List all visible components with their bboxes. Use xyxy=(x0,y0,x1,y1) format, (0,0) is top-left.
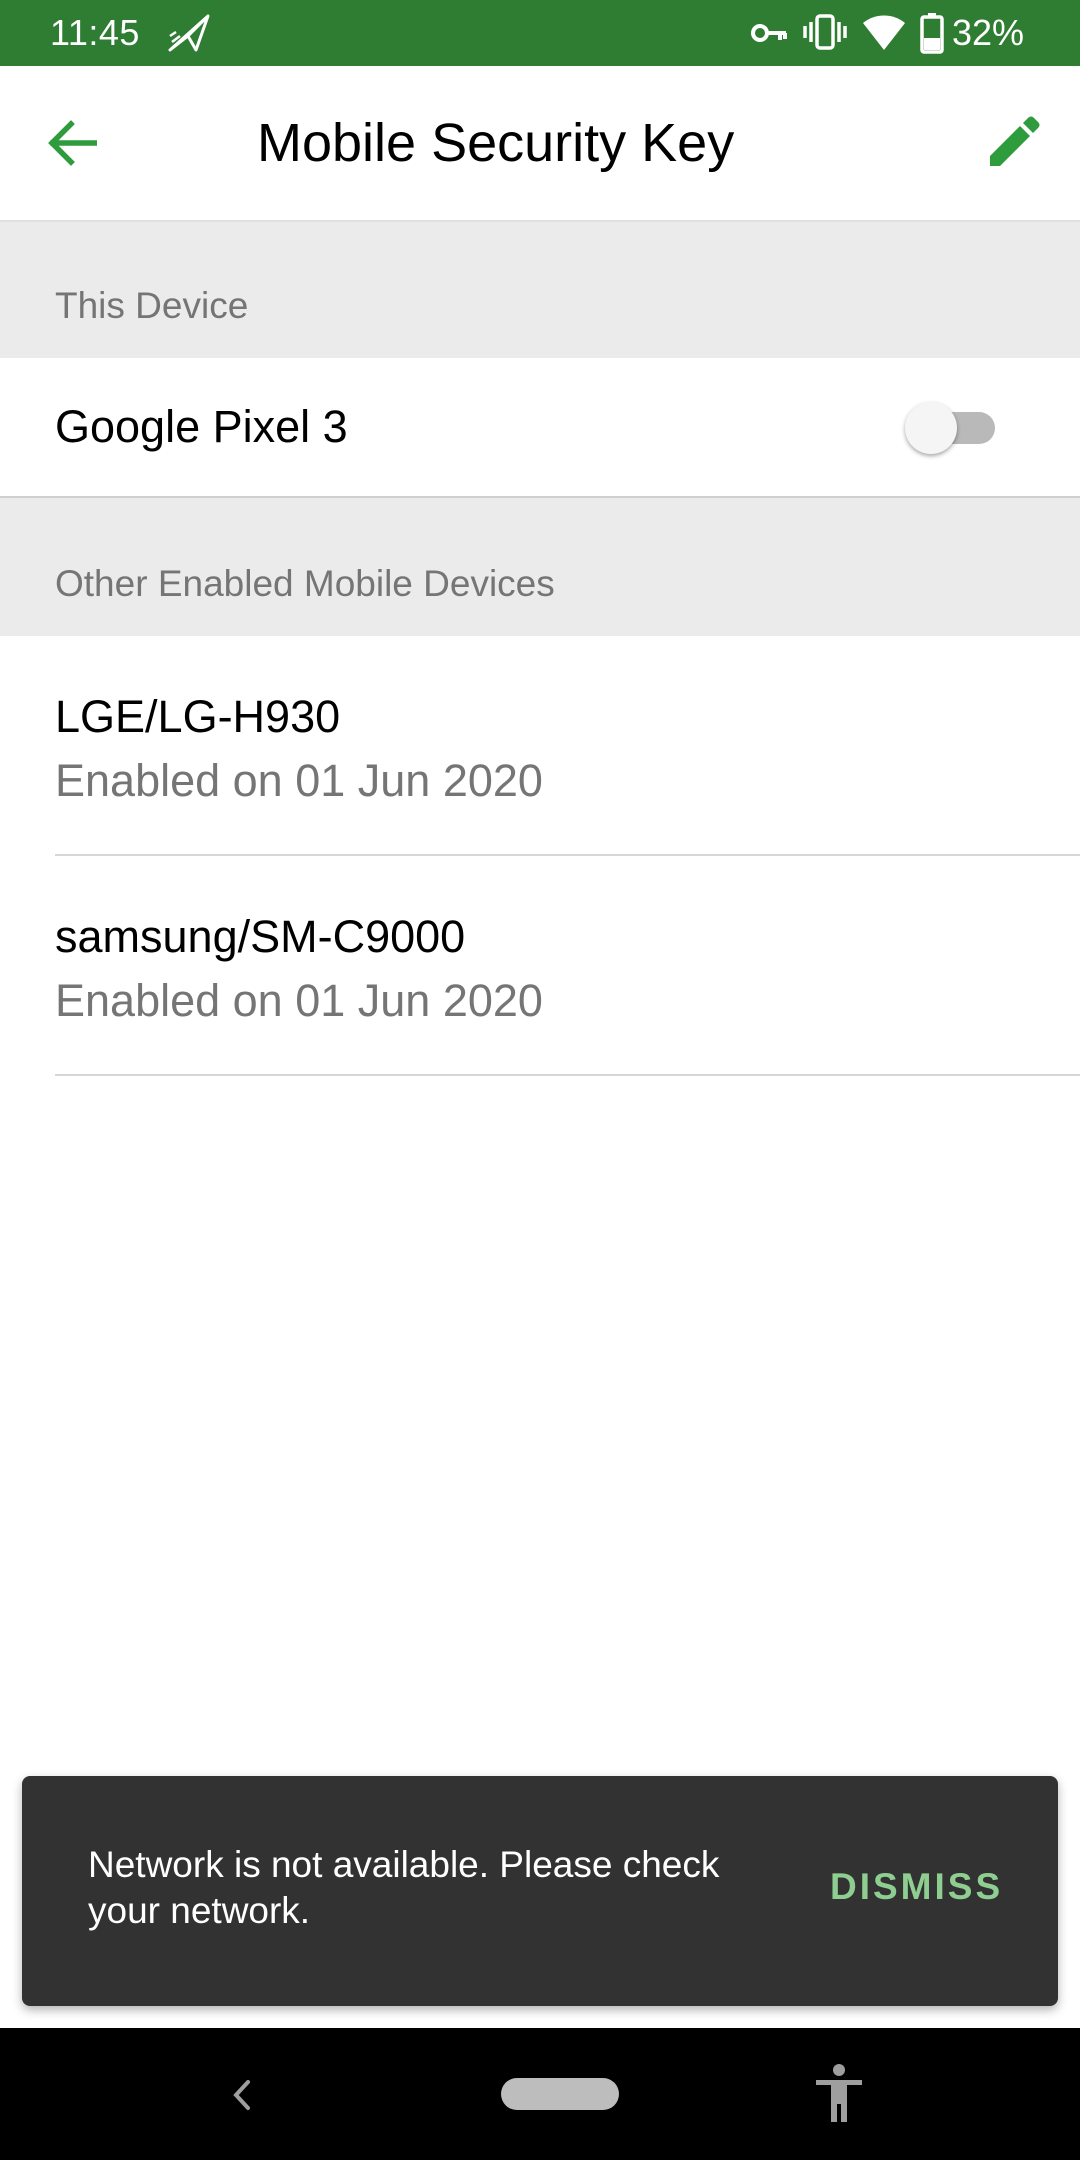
nav-home-pill[interactable] xyxy=(501,2078,619,2110)
key-icon xyxy=(751,24,787,42)
accessibility-icon[interactable] xyxy=(812,2062,866,2124)
vibrate-icon xyxy=(803,14,847,50)
snackbar-message: Network is not available. Please check y… xyxy=(88,1844,720,1931)
edit-button[interactable] xyxy=(980,112,1044,176)
status-bar: 11:45 32% xyxy=(0,0,1080,66)
snackbar: Network is not available. Please check y… xyxy=(22,1776,1058,2006)
dismiss-button[interactable]: DISMISS xyxy=(830,1864,1003,1910)
battery-percent: 32% xyxy=(952,12,1025,53)
section-title: This Device xyxy=(55,285,249,326)
divider xyxy=(55,854,1080,856)
security-key-toggle[interactable] xyxy=(905,402,995,454)
system-nav-bar xyxy=(0,2028,1080,2160)
arrow-back-icon xyxy=(48,120,97,166)
toggle-thumb xyxy=(905,402,957,454)
page-title: Mobile Security Key xyxy=(257,113,735,173)
nav-back-icon[interactable] xyxy=(220,2068,260,2122)
enabled-date: Enabled on 01 Jun 2020 xyxy=(55,755,543,806)
section-header-this-device: This Device xyxy=(0,222,1080,358)
enabled-date: Enabled on 01 Jun 2020 xyxy=(55,975,543,1026)
status-time: 11:45 xyxy=(50,12,140,53)
divider xyxy=(55,1074,1080,1076)
list-item[interactable]: LGE/LG-H930 Enabled on 01 Jun 2020 xyxy=(0,638,1080,856)
app-bar: Mobile Security Key xyxy=(0,66,1080,222)
this-device-row[interactable]: Google Pixel 3 xyxy=(0,358,1080,498)
section-header-other-devices: Other Enabled Mobile Devices xyxy=(0,498,1080,636)
paper-plane-icon xyxy=(168,14,210,52)
device-name: Google Pixel 3 xyxy=(55,401,348,452)
wifi-icon xyxy=(863,15,905,50)
list-item[interactable]: samsung/SM-C9000 Enabled on 01 Jun 2020 xyxy=(0,858,1080,1076)
section-title: Other Enabled Mobile Devices xyxy=(55,563,555,604)
device-name: samsung/SM-C9000 xyxy=(55,911,466,962)
battery-icon xyxy=(920,13,944,54)
device-name: LGE/LG-H930 xyxy=(55,691,341,742)
pencil-icon xyxy=(990,116,1040,166)
back-button[interactable] xyxy=(40,111,104,175)
